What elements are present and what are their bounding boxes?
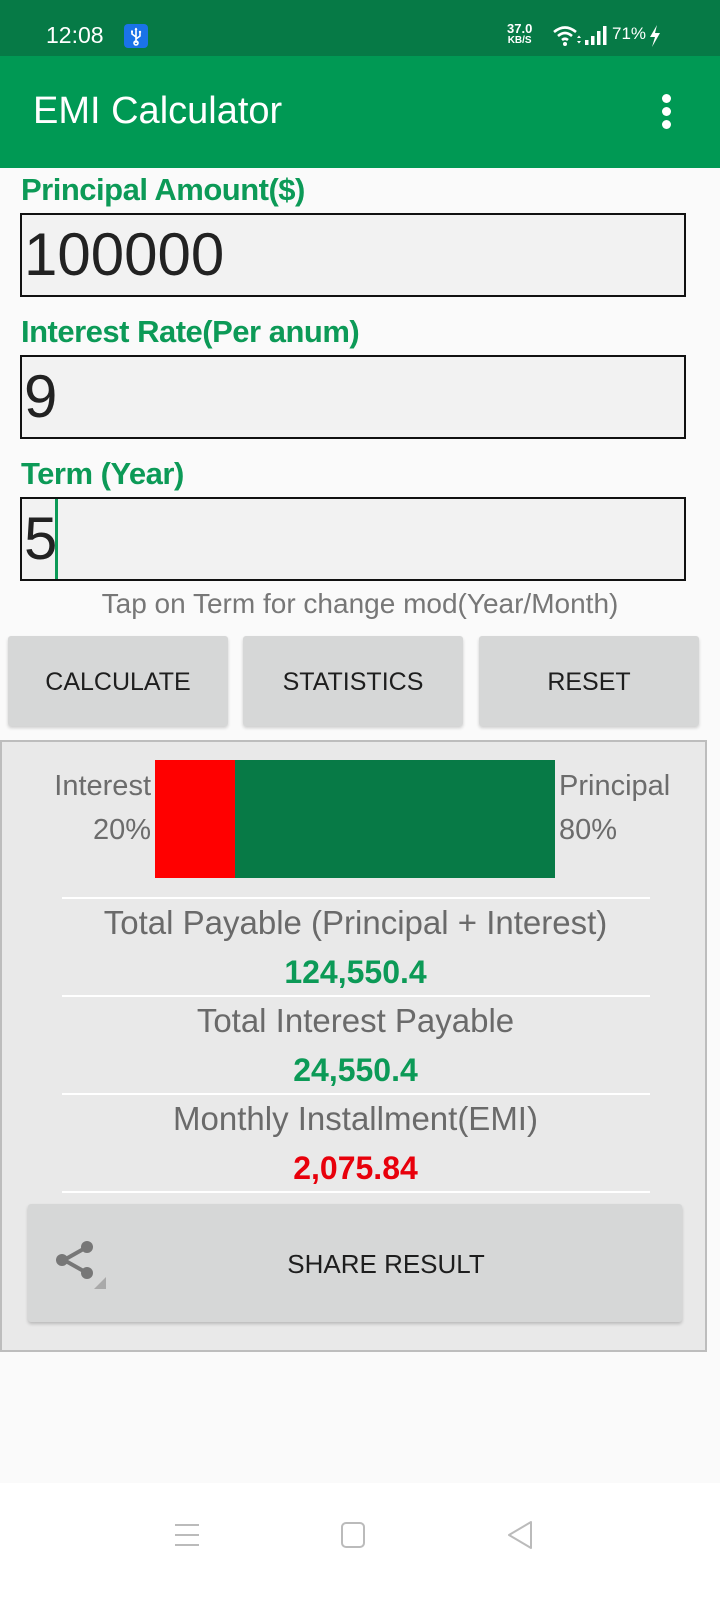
home-icon[interactable] — [337, 1519, 369, 1551]
term-mode-hint: Tap on Term for change mod(Year/Month) — [101, 588, 619, 619]
total-interest-value: 24,550.4 — [293, 1052, 418, 1088]
back-icon[interactable] — [505, 1519, 537, 1551]
text-cursor — [55, 499, 58, 579]
recents-icon[interactable] — [171, 1519, 203, 1551]
app-bar: EMI Calculator — [0, 56, 720, 168]
total-payable-label: Total Payable (Principal + Interest) — [103, 904, 608, 941]
principal-ratio-title: Principal — [559, 770, 671, 802]
term-input[interactable]: 5 — [20, 497, 686, 581]
network-speed-unit: KB/S — [507, 35, 532, 46]
calculate-button[interactable]: CALCULATE — [8, 636, 228, 726]
total-interest-label: Total Interest Payable — [196, 1002, 515, 1039]
term-input-value: 5 — [24, 505, 58, 572]
interest-ratio-segment — [155, 760, 235, 878]
battery-level: 71% — [612, 24, 647, 43]
interest-ratio-label: Interest 20% — [40, 764, 151, 852]
share-result-label: SHARE RESULT — [287, 1249, 485, 1279]
principal-label: Principal Amount($) — [21, 172, 305, 207]
interest-rate-input[interactable]: 9 — [20, 355, 686, 439]
wifi-icon — [553, 26, 581, 46]
interest-ratio-percent: 20% — [92, 814, 151, 846]
interest-rate-label: Interest Rate(Per anum) — [21, 314, 360, 349]
interest-rate-input-value: 9 — [24, 363, 58, 430]
status-bar: 12:08 37.0 KB/S 71% — [0, 0, 720, 56]
result-panel: Interest 20% Principal 80% Total Payable… — [0, 740, 707, 1352]
usb-icon — [124, 24, 148, 48]
divider — [62, 1191, 650, 1193]
emi-label: Monthly Installment(EMI) — [173, 1100, 538, 1137]
signal-icon — [585, 26, 607, 45]
network-speed: 37.0 KB/S — [507, 22, 532, 46]
system-nav-bar — [0, 1483, 720, 1600]
principal-ratio-label: Principal 80% — [559, 764, 670, 852]
principal-input[interactable]: 100000 — [20, 213, 686, 297]
interest-principal-ratio-bar — [155, 760, 555, 878]
share-result-button[interactable]: SHARE RESULT — [28, 1204, 682, 1322]
divider — [62, 995, 650, 997]
principal-input-value: 100000 — [24, 221, 225, 288]
principal-ratio-percent: 80% — [559, 814, 618, 846]
statistics-button[interactable]: STATISTICS — [243, 636, 463, 726]
term-label[interactable]: Term (Year) — [21, 456, 184, 492]
total-payable-value: 124,550.4 — [284, 954, 427, 990]
status-time: 12:08 — [46, 22, 104, 48]
network-speed-value: 37.0 — [507, 21, 533, 36]
divider — [62, 1093, 650, 1095]
interest-ratio-title: Interest — [54, 770, 151, 802]
charging-icon — [650, 25, 660, 47]
reset-button[interactable]: RESET — [479, 636, 699, 726]
app-title: EMI Calculator — [33, 90, 283, 132]
emi-value: 2,075.84 — [293, 1150, 418, 1186]
principal-ratio-segment — [235, 760, 555, 878]
overflow-menu-icon[interactable] — [660, 94, 672, 130]
divider — [62, 897, 650, 899]
